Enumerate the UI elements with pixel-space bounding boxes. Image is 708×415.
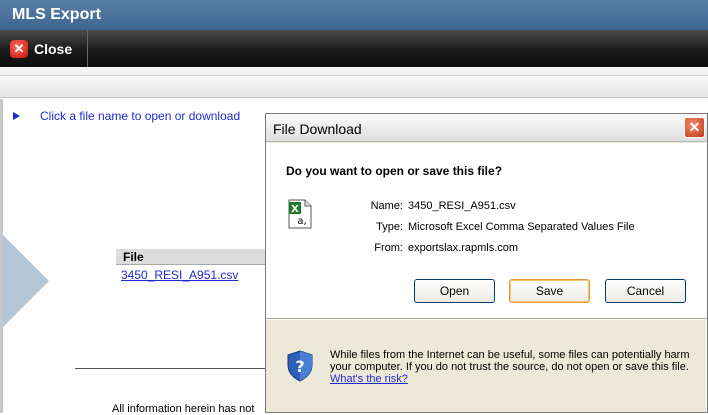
file-link[interactable]: 3450_RESI_A951.csv [116, 265, 276, 282]
file-name-row: Name: 3450_RESI_A951.csv [359, 200, 516, 212]
save-button[interactable]: Save [509, 279, 590, 303]
risk-link[interactable]: What's the risk? [330, 373, 408, 385]
from-label: From: [374, 242, 403, 254]
svg-text:a,: a, [297, 216, 306, 227]
file-column-header: File [116, 249, 276, 265]
dialog-divider [266, 318, 707, 320]
cancel-button[interactable]: Cancel [605, 279, 686, 303]
file-download-dialog: File Download ✕ Do you want to open or s… [265, 113, 708, 413]
type-label: Type: [376, 221, 403, 233]
name-label: Name: [370, 200, 403, 212]
svg-text:X: X [291, 204, 299, 215]
app-title: MLS Export [0, 0, 708, 30]
toolbar: ✕ Close [0, 30, 708, 67]
divider-line [75, 368, 275, 369]
disclaimer-text: All information herein has not [112, 403, 255, 415]
decorative-arrow-icon [3, 235, 49, 327]
shield-question-icon: ? [287, 350, 313, 382]
svg-text:?: ? [295, 357, 304, 376]
instruction-text: Click a file name to open or download [40, 109, 241, 123]
file-from-row: From: exportslax.rapmls.com [359, 242, 518, 254]
excel-csv-file-icon: X a, [288, 199, 312, 229]
open-button[interactable]: Open [414, 279, 495, 303]
file-type-row: Type: Microsoft Excel Comma Separated Val… [359, 221, 635, 233]
from-value: exportslax.rapmls.com [408, 242, 519, 254]
close-icon: ✕ [10, 39, 28, 58]
arrow-right-icon [13, 112, 20, 120]
close-button-label: Close [34, 40, 73, 57]
sub-toolbar [0, 77, 708, 98]
separator-band [0, 67, 708, 76]
file-table: File 3450_RESI_A951.csv [116, 249, 276, 282]
dialog-question: Do you want to open or save this file? [286, 164, 503, 178]
type-value: Microsoft Excel Comma Separated Values F… [408, 221, 635, 233]
close-button[interactable]: ✕ Close [0, 30, 88, 67]
warning-text: While files from the Internet can be use… [330, 349, 690, 373]
name-value: 3450_RESI_A951.csv [408, 200, 516, 212]
dialog-close-icon[interactable]: ✕ [684, 117, 705, 138]
dialog-title: File Download [266, 114, 707, 142]
security-warning: While files from the Internet can be use… [330, 349, 695, 385]
dialog-body: Do you want to open or save this file? X… [266, 143, 707, 318]
